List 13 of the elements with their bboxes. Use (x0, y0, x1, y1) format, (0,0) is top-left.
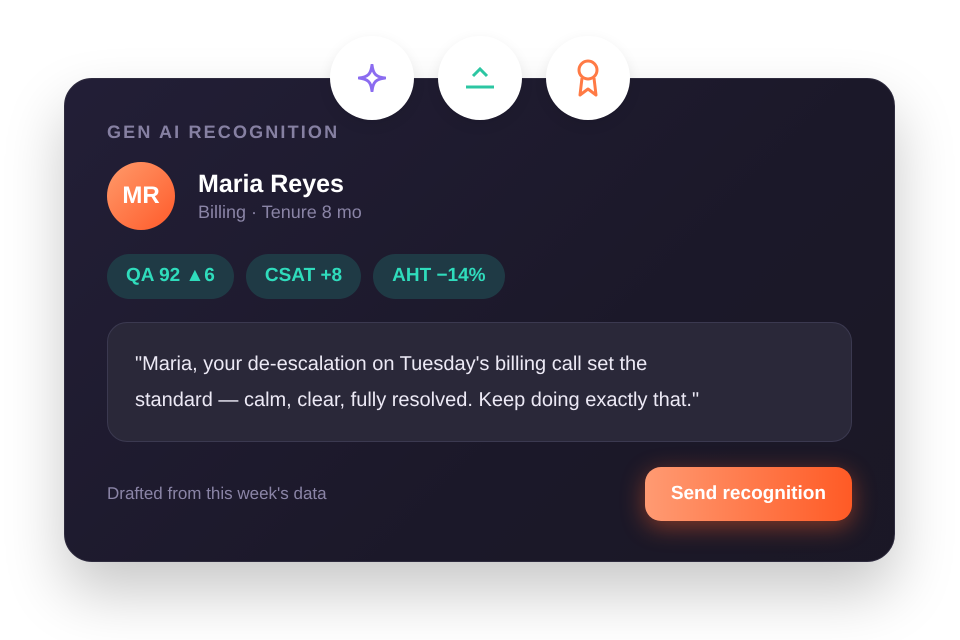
award-icon (576, 59, 598, 97)
metric-chip: AHT −14% (373, 254, 505, 299)
person-subtitle: Billing · Tenure 8 mo (198, 201, 362, 224)
footer-note: Drafted from this week's data (107, 483, 327, 506)
metric-chip: QA 92 ▲6 (107, 254, 234, 299)
caret-up-line-icon (464, 67, 494, 89)
person-name: Maria Reyes (198, 169, 344, 200)
send-recognition-button[interactable]: Send recognition (644, 467, 852, 521)
quote-box: "Maria, your de-escalation on Tuesday's billing call set the standard — calm, clear, fully resolved. Keep doing exactly that." (107, 322, 852, 442)
avatar: MR (107, 162, 175, 230)
sparkle-icon (358, 64, 386, 92)
eyebrow-label: GEN AI RECOGNITION (107, 121, 340, 143)
metric-chip: CSAT +8 (246, 254, 362, 299)
